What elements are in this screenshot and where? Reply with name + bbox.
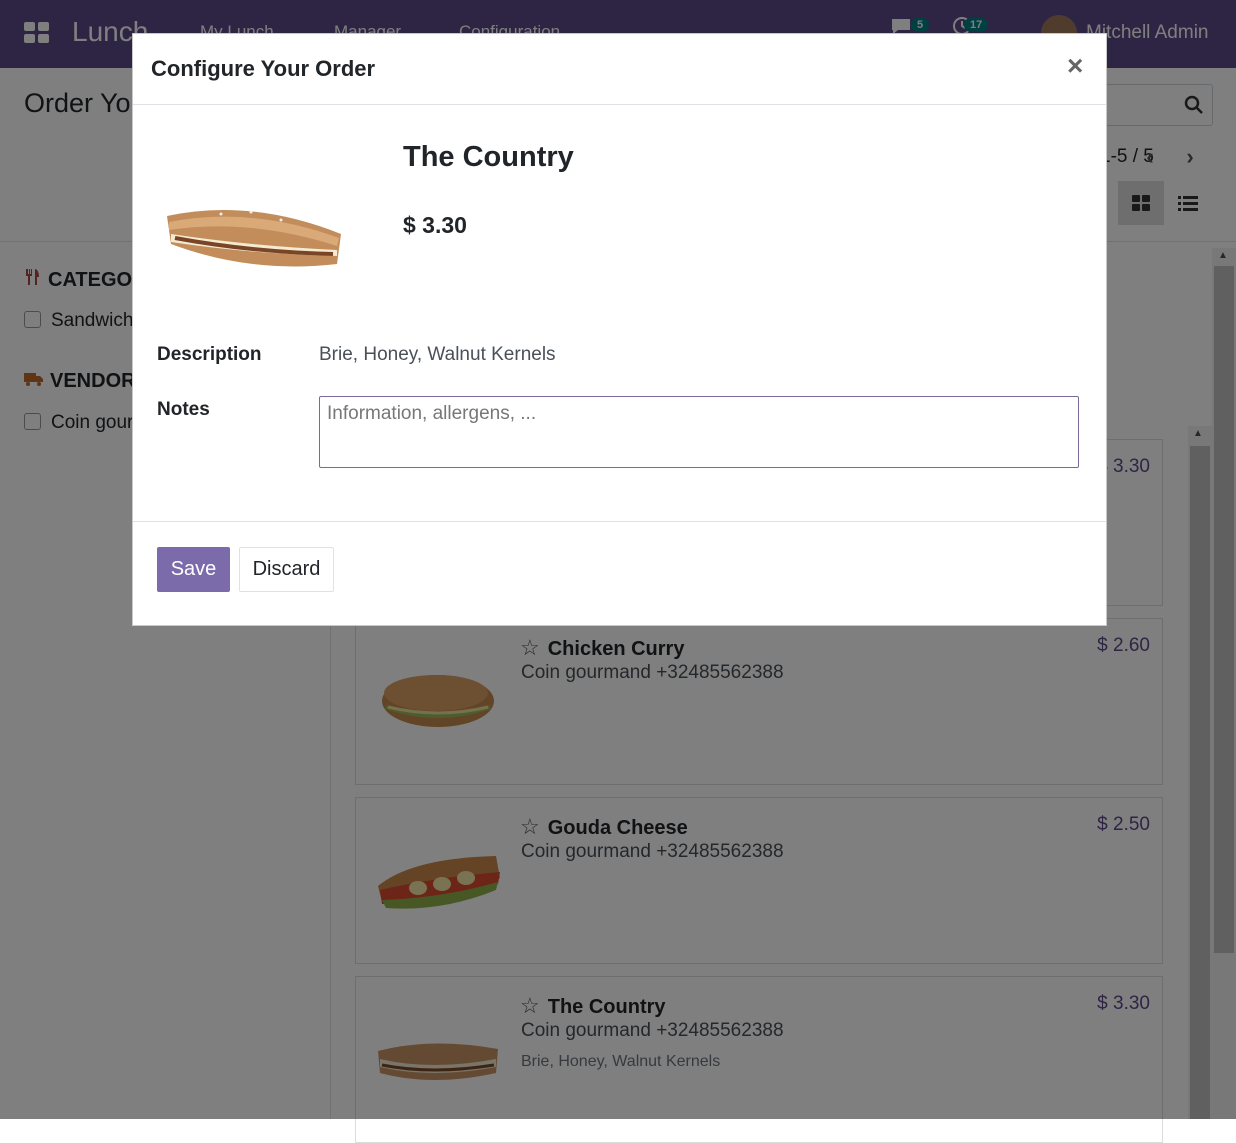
dialog-footer: Save Discard [133, 521, 1106, 626]
description-value: Brie, Honey, Walnut Kernels [319, 344, 556, 365]
discard-button[interactable]: Discard [239, 547, 334, 592]
notes-label: Notes [157, 399, 210, 420]
the-country-sandwich-image [167, 210, 341, 267]
dialog-product-price: $ 3.30 [403, 212, 467, 238]
notes-textarea[interactable] [319, 396, 1079, 468]
dialog-header: Configure Your Order × [133, 34, 1106, 105]
configure-order-dialog: Configure Your Order × The Country $ 3.3… [132, 33, 1107, 626]
close-icon[interactable]: × [1067, 50, 1083, 82]
save-button[interactable]: Save [157, 547, 230, 592]
dialog-product-name: The Country [403, 141, 574, 173]
dialog-title: Configure Your Order [151, 56, 376, 81]
description-label: Description [157, 344, 262, 365]
